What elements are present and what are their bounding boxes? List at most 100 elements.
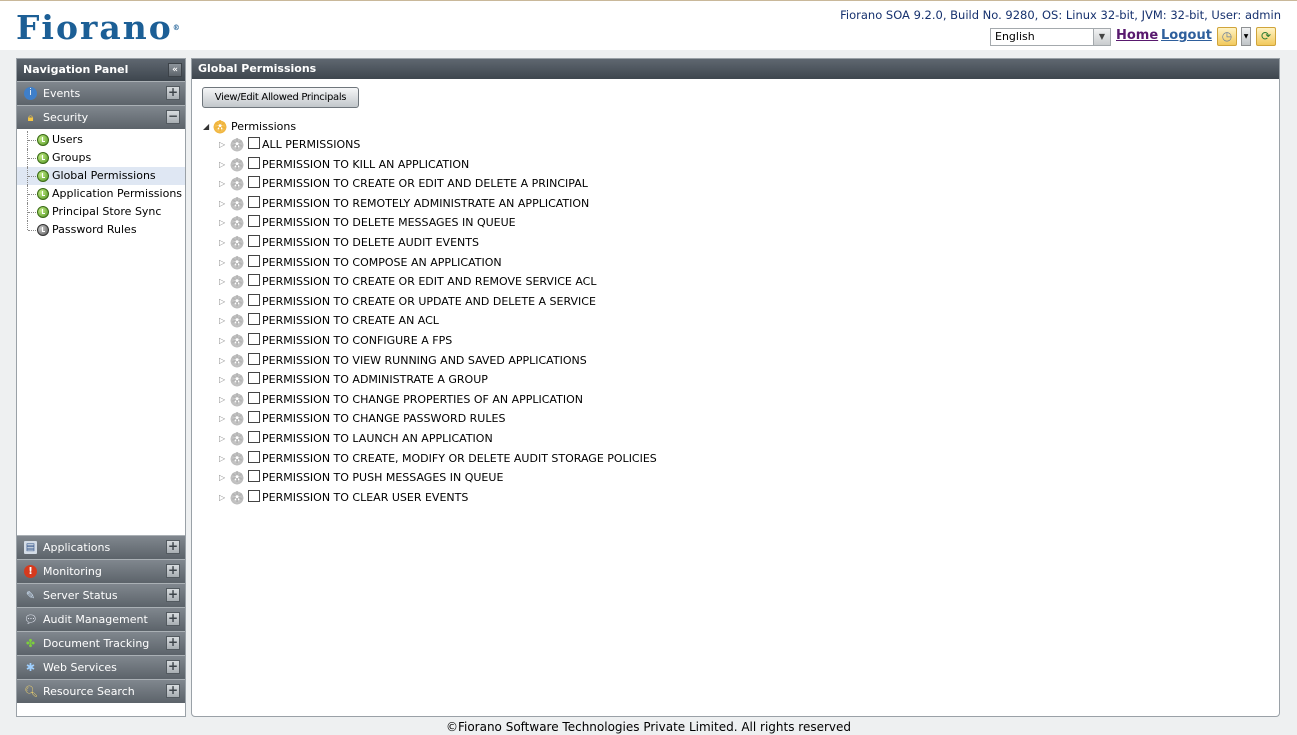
- permission-row[interactable]: ▷ PERMISSION TO CREATE OR EDIT AND REMOVE…: [202, 272, 657, 292]
- nav-section-server-status[interactable]: ✎ Server Status +: [17, 583, 185, 607]
- permission-row[interactable]: ▷ PERMISSION TO CREATE, MODIFY OR DELETE …: [202, 449, 657, 469]
- permission-checkbox[interactable]: [248, 489, 260, 502]
- nav-section-audit-management[interactable]: 💬︎ Audit Management +: [17, 607, 185, 631]
- expand-icon[interactable]: +: [166, 612, 180, 626]
- permission-checkbox[interactable]: [248, 274, 260, 287]
- permission-row[interactable]: ▷ PERMISSION TO DELETE AUDIT EVENTS: [202, 233, 657, 253]
- expand-icon[interactable]: +: [166, 86, 180, 100]
- collapse-panel-icon[interactable]: «: [168, 63, 182, 77]
- permission-row[interactable]: ▷ PERMISSION TO COMPOSE AN APPLICATION: [202, 253, 657, 273]
- tree-expand-icon[interactable]: ▷: [219, 390, 225, 410]
- nav-section-applications[interactable]: ▤ Applications +: [17, 535, 185, 559]
- chevron-down-icon[interactable]: ▼: [1093, 29, 1110, 45]
- tree-expand-icon[interactable]: ▷: [219, 468, 225, 488]
- expand-icon[interactable]: +: [166, 564, 180, 578]
- home-link[interactable]: Home: [1116, 28, 1158, 43]
- tree-expand-icon[interactable]: ▷: [219, 213, 225, 233]
- expand-icon[interactable]: +: [166, 660, 180, 674]
- permission-checkbox[interactable]: [248, 372, 260, 385]
- navigation-panel: Navigation Panel « i Events + 🔒︎ Securit…: [16, 58, 186, 717]
- permission-row[interactable]: ▷ PERMISSION TO LAUNCH AN APPLICATION: [202, 429, 657, 449]
- tree-expand-icon[interactable]: ▷: [219, 194, 225, 214]
- tree-root-permissions[interactable]: ◢ Permissions: [202, 117, 657, 135]
- sidebar-item-password-rules[interactable]: Password Rules: [17, 221, 185, 239]
- nav-section-resource-search[interactable]: 🔍︎ Resource Search +: [17, 679, 185, 703]
- expand-icon[interactable]: +: [166, 636, 180, 650]
- permission-checkbox[interactable]: [248, 234, 260, 247]
- permission-row[interactable]: ▷ PERMISSION TO CREATE OR UPDATE AND DELE…: [202, 292, 657, 312]
- app-window: Fiorano® Fiorano SOA 9.2.0, Build No. 92…: [0, 0, 1297, 735]
- nav-section-document-tracking[interactable]: ✤ Document Tracking +: [17, 631, 185, 655]
- nav-section-events[interactable]: i Events +: [17, 81, 185, 105]
- permission-checkbox[interactable]: [248, 195, 260, 208]
- sidebar-item-global-permissions[interactable]: Global Permissions: [17, 167, 185, 185]
- permission-row[interactable]: ▷ PERMISSION TO CREATE AN ACL: [202, 311, 657, 331]
- permission-row[interactable]: ▷ PERMISSION TO KILL AN APPLICATION: [202, 155, 657, 175]
- permission-checkbox[interactable]: [248, 430, 260, 443]
- clock-icon[interactable]: ◷: [1217, 27, 1237, 46]
- tree-collapse-icon[interactable]: ◢: [203, 119, 209, 135]
- permission-checkbox[interactable]: [248, 450, 260, 463]
- gear-icon: [229, 253, 245, 271]
- permission-checkbox[interactable]: [248, 470, 260, 483]
- permission-row[interactable]: ▷ PERMISSION TO DELETE MESSAGES IN QUEUE: [202, 213, 657, 233]
- clock-dropdown-icon[interactable]: ▼: [1241, 27, 1251, 46]
- tree-expand-icon[interactable]: ▷: [219, 135, 225, 155]
- permission-checkbox[interactable]: [248, 352, 260, 365]
- tree-expand-icon[interactable]: ▷: [219, 351, 225, 371]
- permission-row[interactable]: ▷ PERMISSION TO CONFIGURE A FPS: [202, 331, 657, 351]
- permission-label: PERMISSION TO REMOTELY ADMINISTRATE AN A…: [262, 196, 590, 210]
- permission-row[interactable]: ▷ PERMISSION TO PUSH MESSAGES IN QUEUE: [202, 468, 657, 488]
- sidebar-item-principal-store-sync[interactable]: Principal Store Sync: [17, 203, 185, 221]
- permission-row[interactable]: ▷ PERMISSION TO CREATE OR EDIT AND DELETE…: [202, 174, 657, 194]
- permission-checkbox[interactable]: [248, 254, 260, 267]
- tree-expand-icon[interactable]: ▷: [219, 429, 225, 449]
- tree-expand-icon[interactable]: ▷: [219, 174, 225, 194]
- permission-row[interactable]: ▷ PERMISSION TO ADMINISTRATE A GROUP: [202, 370, 657, 390]
- view-edit-allowed-principals-button[interactable]: View/Edit Allowed Principals: [202, 87, 359, 108]
- permission-checkbox[interactable]: [248, 411, 260, 424]
- language-select[interactable]: English ▼: [990, 28, 1111, 46]
- tree-expand-icon[interactable]: ▷: [219, 272, 225, 292]
- expand-icon[interactable]: +: [166, 540, 180, 554]
- permission-checkbox[interactable]: [248, 156, 260, 169]
- permission-row[interactable]: ▷ PERMISSION TO VIEW RUNNING AND SAVED AP…: [202, 351, 657, 371]
- permission-row[interactable]: ▷ PERMISSION TO REMOTELY ADMINISTRATE AN …: [202, 194, 657, 214]
- permission-checkbox[interactable]: [248, 215, 260, 228]
- nav-section-web-services[interactable]: ✱ Web Services +: [17, 655, 185, 679]
- permission-checkbox[interactable]: [248, 176, 260, 189]
- collapse-icon[interactable]: −: [166, 110, 180, 124]
- sidebar-item-users[interactable]: Users: [17, 131, 185, 149]
- expand-icon[interactable]: +: [166, 588, 180, 602]
- tree-expand-icon[interactable]: ▷: [219, 449, 225, 469]
- permission-row[interactable]: ▷ ALL PERMISSIONS: [202, 135, 657, 155]
- tree-expand-icon[interactable]: ▷: [219, 292, 225, 312]
- tree-expand-icon[interactable]: ▷: [219, 155, 225, 175]
- permission-checkbox[interactable]: [248, 293, 260, 306]
- nav-section-security[interactable]: 🔒︎ Security −: [17, 105, 185, 129]
- permission-checkbox[interactable]: [248, 391, 260, 404]
- tree-expand-icon[interactable]: ▷: [219, 253, 225, 273]
- tree-expand-icon[interactable]: ▷: [219, 233, 225, 253]
- permission-row[interactable]: ▷ PERMISSION TO CLEAR USER EVENTS: [202, 488, 657, 508]
- sidebar-item-application-permissions[interactable]: Application Permissions: [17, 185, 185, 203]
- nav-section-label: Monitoring: [43, 565, 102, 578]
- logout-link[interactable]: Logout: [1161, 28, 1212, 43]
- refresh-icon[interactable]: ⟳: [1256, 27, 1276, 46]
- nav-section-monitoring[interactable]: ! Monitoring +: [17, 559, 185, 583]
- gear-icon: [229, 468, 245, 487]
- applications-icon: ▤: [24, 541, 37, 554]
- tree-expand-icon[interactable]: ▷: [219, 311, 225, 331]
- permission-row[interactable]: ▷ PERMISSION TO CHANGE PROPERTIES OF AN A…: [202, 390, 657, 410]
- tree-expand-icon[interactable]: ▷: [219, 409, 225, 429]
- tree-expand-icon[interactable]: ▷: [219, 370, 225, 390]
- permission-checkbox[interactable]: [248, 313, 260, 326]
- tree-expand-icon[interactable]: ▷: [219, 331, 225, 351]
- expand-icon[interactable]: +: [166, 684, 180, 698]
- permission-checkbox[interactable]: [248, 332, 260, 345]
- document-tracking-icon: ✤: [25, 637, 36, 650]
- permission-checkbox[interactable]: [248, 137, 260, 149]
- permission-row[interactable]: ▷ PERMISSION TO CHANGE PASSWORD RULES: [202, 409, 657, 429]
- sidebar-item-groups[interactable]: Groups: [17, 149, 185, 167]
- tree-expand-icon[interactable]: ▷: [219, 488, 225, 508]
